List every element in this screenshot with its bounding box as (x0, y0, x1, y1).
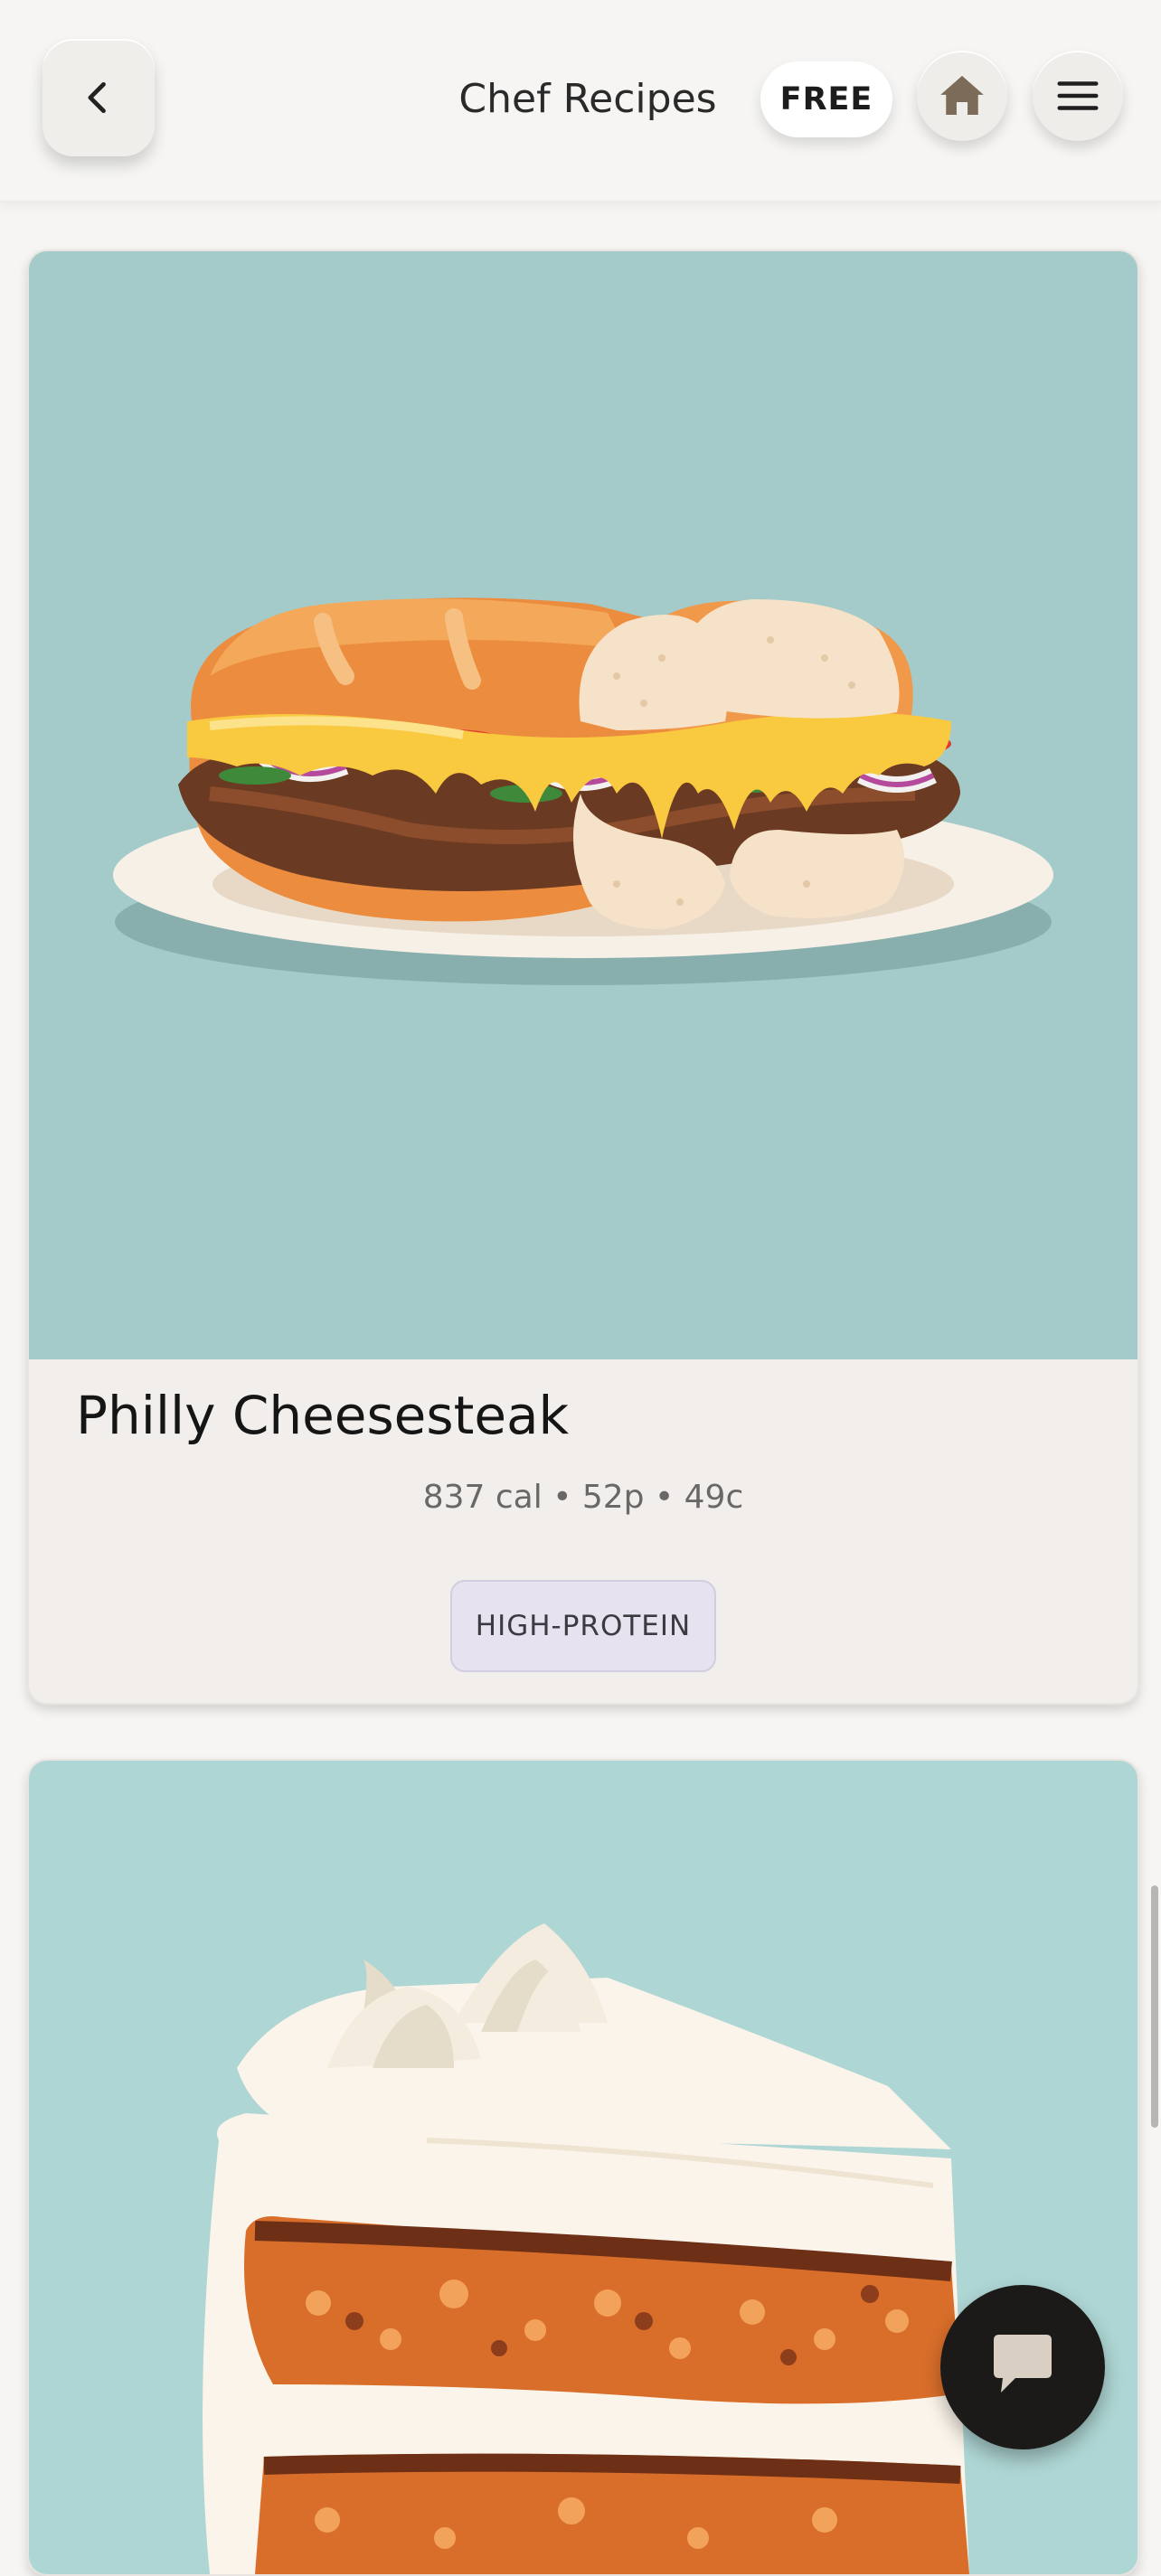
recipe-title: Philly Cheesesteak (76, 1385, 570, 1446)
plan-badge[interactable]: FREE (760, 61, 892, 137)
chevron-left-icon (88, 81, 106, 114)
recipe-card[interactable]: Philly Cheesesteak 837 cal • 52p • 49c H… (27, 249, 1139, 1705)
recipe-macros: 837 cal • 52p • 49c (422, 1479, 744, 1516)
recipe-image (29, 251, 1137, 1359)
hamburger-menu-icon (1057, 81, 1099, 110)
chat-bubble-icon (994, 2335, 1052, 2393)
page-title: Chef Recipes (458, 76, 717, 122)
recipe-image (29, 1761, 1137, 2574)
diet-tag: HIGH-PROTEIN (450, 1580, 716, 1672)
chat-button[interactable] (940, 2285, 1105, 2449)
layered-carrot-cake-slice-illustration (203, 1923, 969, 2574)
philly-cheesesteak-illustration (113, 597, 1053, 985)
home-button[interactable] (917, 51, 1007, 141)
recipe-card[interactable] (27, 1759, 1139, 2576)
menu-button[interactable] (1033, 51, 1123, 141)
scrollbar-thumb[interactable] (1151, 1885, 1158, 2128)
back-button[interactable] (42, 39, 155, 156)
home-icon (940, 75, 984, 115)
top-app-bar: Chef Recipes FREE (0, 0, 1161, 202)
